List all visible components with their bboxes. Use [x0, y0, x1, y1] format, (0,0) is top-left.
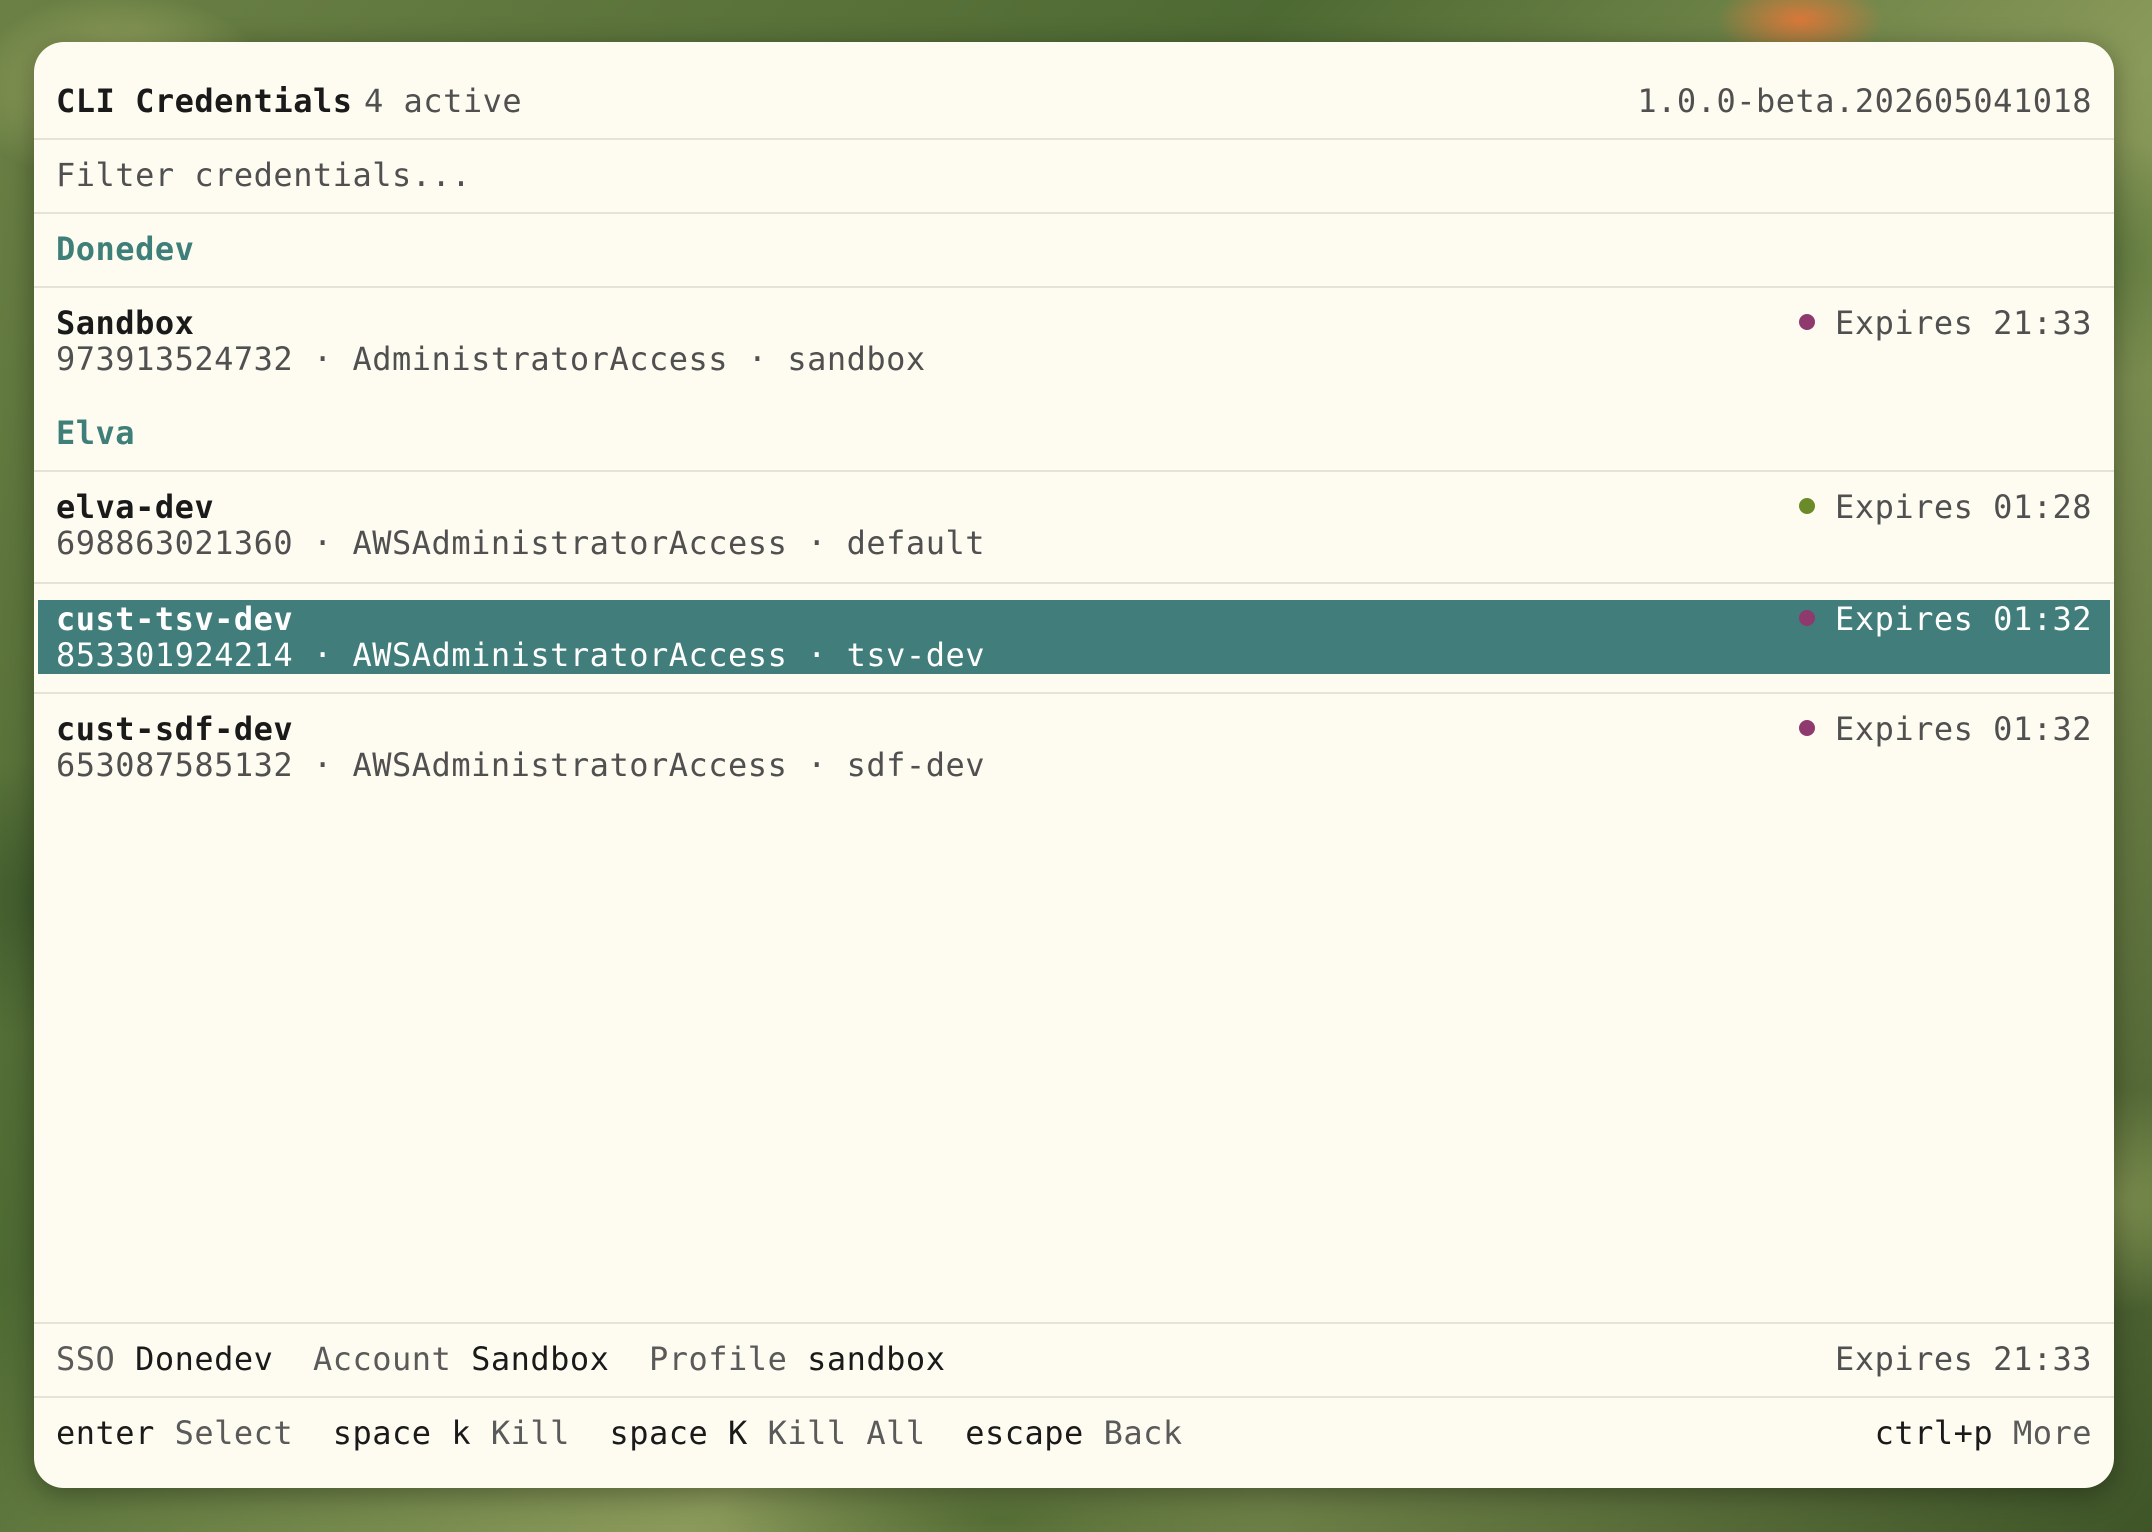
credential-details: 853301924214 · AWSAdministratorAccess · … — [56, 636, 985, 674]
expiry-status: Expires 01:32 — [1799, 600, 2092, 638]
credential-details: 973913524732 · AdministratorAccess · san… — [56, 340, 926, 378]
keybind-kill-all[interactable]: space K Kill All — [609, 1414, 925, 1452]
credential-name: elva-dev — [56, 488, 215, 526]
expiry-status: Expires 01:32 — [1799, 710, 2092, 748]
divider — [34, 1322, 2114, 1324]
credentials-window: CLI Credentials 4 active 1.0.0-beta.2026… — [34, 42, 2114, 1488]
divider — [34, 692, 2114, 694]
credential-name: cust-sdf-dev — [56, 710, 294, 748]
status-dot-icon — [1799, 498, 1816, 514]
sso-label: SSO — [56, 1340, 116, 1378]
credential-details: 653087585132 · AWSAdministratorAccess · … — [56, 746, 985, 784]
keybar: enter Select space k Kill space K Kill A… — [56, 1414, 1183, 1452]
active-count: 4 active — [364, 82, 523, 120]
status-bar: SSO Donedev Account Sandbox Profile sand… — [56, 1340, 945, 1378]
divider — [34, 582, 2114, 584]
account-value: Sandbox — [471, 1340, 610, 1378]
keybind-select[interactable]: enter Select — [56, 1414, 293, 1452]
credential-name: cust-tsv-dev — [56, 600, 294, 638]
divider — [34, 286, 2114, 288]
credential-details: 698863021360 · AWSAdministratorAccess · … — [56, 524, 985, 562]
credential-item-cust-tsv-dev[interactable]: cust-tsv-dev 853301924214 · AWSAdministr… — [38, 600, 2110, 674]
profile-label: Profile — [648, 1340, 788, 1378]
divider — [34, 470, 2114, 472]
window-title: CLI Credentials — [56, 82, 353, 120]
group-header-donedev: Donedev — [56, 230, 195, 268]
profile-value: sandbox — [807, 1340, 946, 1378]
account-label: Account — [312, 1340, 452, 1378]
divider — [34, 138, 2114, 140]
status-expires: Expires 21:33 — [1835, 1340, 2092, 1378]
keybind-kill[interactable]: space k Kill — [333, 1414, 570, 1452]
expiry-status: Expires 01:28 — [1799, 488, 2092, 526]
expiry-status: Expires 21:33 — [1799, 304, 2092, 342]
keybind-back[interactable]: escape Back — [965, 1414, 1182, 1452]
group-header-elva: Elva — [56, 414, 136, 452]
keybind-more[interactable]: ctrl+p More — [1875, 1414, 2092, 1452]
divider — [34, 212, 2114, 214]
credential-name: Sandbox — [56, 304, 195, 342]
divider — [34, 1396, 2114, 1398]
filter-input[interactable]: Filter credentials... — [56, 156, 471, 194]
status-dot-icon — [1799, 610, 1816, 626]
status-dot-icon — [1799, 314, 1816, 330]
version-label: 1.0.0-beta.202605041018 — [1637, 82, 2092, 120]
status-dot-icon — [1799, 720, 1816, 736]
sso-value: Donedev — [135, 1340, 274, 1378]
